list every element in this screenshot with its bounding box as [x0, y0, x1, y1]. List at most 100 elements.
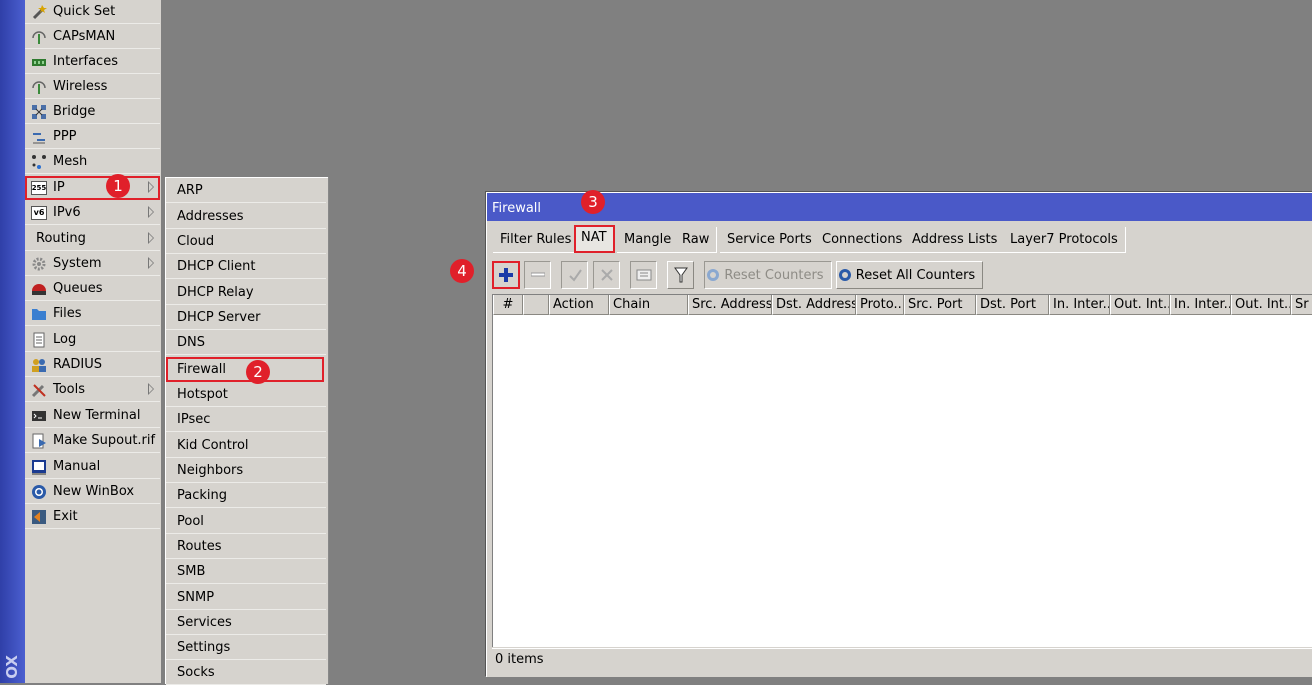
column-protocol[interactable]: Proto...: [856, 295, 904, 315]
tab-nat[interactable]: NAT: [574, 225, 615, 253]
menu-item-tools[interactable]: Tools: [25, 378, 160, 402]
menu-item-mesh[interactable]: Mesh: [25, 150, 160, 174]
bridge-icon: [31, 104, 47, 120]
menu-label: Manual: [53, 459, 101, 474]
column-out-interface[interactable]: Out. Int...: [1110, 295, 1170, 315]
window-title-bar[interactable]: Firewall: [487, 193, 1312, 221]
exit-icon: [31, 509, 47, 525]
menu-label: IPv6: [53, 205, 81, 220]
manual-icon: [31, 459, 47, 475]
folder-icon: [31, 306, 47, 322]
menu-label: Quick Set: [53, 4, 116, 19]
menu-item-interfaces[interactable]: Interfaces: [25, 50, 160, 74]
supout-icon: [31, 433, 47, 449]
menu-label: Log: [53, 332, 77, 347]
tab-filter-rules[interactable]: Filter Rules: [493, 227, 580, 253]
column-src-port[interactable]: Src. Port: [904, 295, 976, 315]
menu-item-routing[interactable]: Routing: [25, 227, 160, 251]
submenu-item-addresses[interactable]: Addresses: [166, 204, 326, 229]
submenu-item-snmp[interactable]: SNMP: [166, 585, 326, 610]
tab-mangle[interactable]: Mangle: [617, 227, 680, 253]
tab-layer7-protocols[interactable]: Layer7 Protocols: [1003, 227, 1126, 253]
submenu-item-socks[interactable]: Socks: [166, 660, 326, 685]
menu-item-system[interactable]: System: [25, 252, 160, 276]
submenu-item-kid-control[interactable]: Kid Control: [166, 433, 326, 458]
menu-item-queues[interactable]: Queues: [25, 277, 160, 301]
menu-item-radius[interactable]: RADIUS: [25, 353, 160, 377]
menu-label: Queues: [53, 281, 103, 296]
column-flags[interactable]: [523, 295, 549, 315]
column-dst-address[interactable]: Dst. Address: [772, 295, 856, 315]
tab-connections[interactable]: Connections: [815, 227, 911, 253]
add-button[interactable]: [492, 261, 520, 289]
remove-button[interactable]: [524, 261, 551, 289]
submenu-item-smb[interactable]: SMB: [166, 559, 326, 584]
column-number[interactable]: #: [493, 295, 523, 315]
menu-item-bridge[interactable]: Bridge: [25, 100, 160, 124]
check-icon: [568, 269, 582, 282]
menu-item-new-winbox[interactable]: New WinBox: [25, 480, 160, 504]
menu-label: Wireless: [53, 79, 108, 94]
column-dst-port[interactable]: Dst. Port: [976, 295, 1049, 315]
tab-service-ports[interactable]: Service Ports: [720, 227, 820, 253]
submenu-item-dhcp-server[interactable]: DHCP Server: [166, 305, 326, 330]
menu-item-wireless[interactable]: Wireless: [25, 75, 160, 99]
menu-item-exit[interactable]: Exit: [25, 505, 160, 529]
nat-rules-table[interactable]: # Action Chain Src. Address Dst. Address…: [492, 294, 1312, 647]
column-chain[interactable]: Chain: [609, 295, 688, 315]
submenu-item-packing[interactable]: Packing: [166, 483, 326, 508]
step-badge-2: 2: [246, 360, 270, 384]
menu-label: Make Supout.rif: [53, 433, 156, 448]
column-in-interface[interactable]: In. Inter...: [1049, 295, 1110, 315]
menu-item-new-terminal[interactable]: New Terminal: [25, 404, 160, 428]
menu-label: Interfaces: [53, 54, 118, 69]
reset-counters-button[interactable]: Reset Counters: [704, 261, 832, 289]
gear-icon: [31, 256, 47, 272]
submenu-item-dhcp-client[interactable]: DHCP Client: [166, 254, 326, 279]
submenu-item-routes[interactable]: Routes: [166, 534, 326, 559]
submenu-item-hotspot[interactable]: Hotspot: [166, 382, 326, 407]
tab-raw[interactable]: Raw: [675, 227, 718, 253]
column-in-interface-list[interactable]: In. Inter...: [1170, 295, 1231, 315]
reset-all-counters-button[interactable]: Reset All Counters: [836, 261, 983, 289]
submenu-item-neighbors[interactable]: Neighbors: [166, 458, 326, 483]
menu-item-ppp[interactable]: PPP: [25, 125, 160, 149]
column-out-interface-list[interactable]: Out. Int...: [1231, 295, 1291, 315]
menu-item-ip[interactable]: 255 IP: [25, 176, 160, 200]
tools-icon: [31, 382, 47, 398]
submenu-item-dns[interactable]: DNS: [166, 330, 326, 355]
menu-item-ipv6[interactable]: v6 IPv6: [25, 201, 160, 225]
tab-address-lists[interactable]: Address Lists: [905, 227, 1006, 253]
menu-item-make-supout[interactable]: Make Supout.rif: [25, 429, 160, 453]
reset-counters-icon: [707, 269, 720, 281]
column-src-more[interactable]: Sr: [1291, 295, 1312, 315]
submenu-item-pool[interactable]: Pool: [166, 509, 326, 534]
comment-button[interactable]: [630, 261, 657, 289]
menu-label: System: [53, 256, 102, 271]
ip-icon: 255: [31, 180, 47, 195]
submenu-item-ipsec[interactable]: IPsec: [166, 407, 326, 432]
enable-button[interactable]: [561, 261, 588, 289]
filter-button[interactable]: [667, 261, 694, 289]
table-header: # Action Chain Src. Address Dst. Address…: [493, 295, 1312, 315]
submenu-item-cloud[interactable]: Cloud: [166, 229, 326, 254]
disable-button[interactable]: [593, 261, 620, 289]
column-action[interactable]: Action: [549, 295, 609, 315]
submenu-item-arp[interactable]: ARP: [166, 178, 326, 203]
menu-item-manual[interactable]: Manual: [25, 455, 160, 479]
submenu-item-firewall[interactable]: Firewall: [166, 357, 324, 382]
column-src-address[interactable]: Src. Address: [688, 295, 772, 315]
users-icon: [31, 357, 47, 373]
menu-label: Files: [53, 306, 82, 321]
submenu-item-services[interactable]: Services: [166, 610, 326, 635]
menu-item-quick-set[interactable]: Quick Set: [25, 0, 160, 24]
menu-item-capsman[interactable]: CAPsMAN: [25, 25, 160, 49]
menu-item-log[interactable]: Log: [25, 328, 160, 352]
submenu-item-settings[interactable]: Settings: [166, 635, 326, 660]
menu-item-files[interactable]: Files: [25, 302, 160, 326]
submenu-item-dhcp-relay[interactable]: DHCP Relay: [166, 280, 326, 305]
submenu-arrow-icon: [148, 383, 154, 395]
step-badge-3: 3: [581, 190, 605, 214]
reset-all-counters-label: Reset All Counters: [855, 267, 976, 283]
wand-icon: [31, 4, 47, 20]
